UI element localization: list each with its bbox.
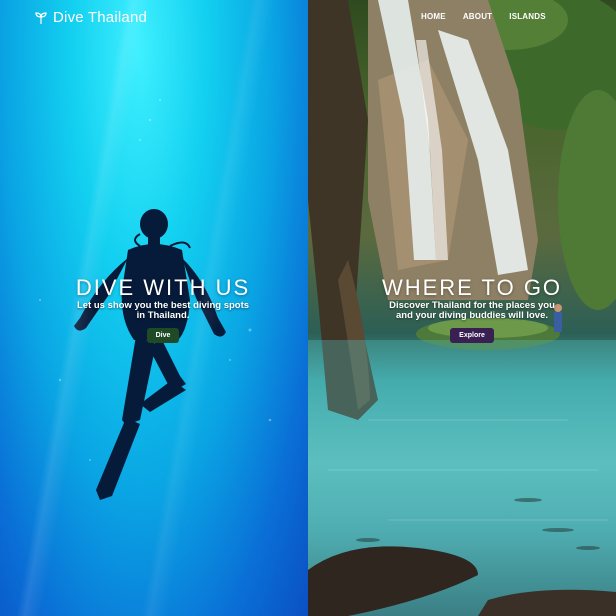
leaf-icon xyxy=(35,11,47,24)
dive-panel: Dive Thailand DIVE WITH US Let us show y… xyxy=(0,0,308,616)
nav-home[interactable]: HOME xyxy=(421,12,446,21)
dive-hero: DIVE WITH US Let us show you the best di… xyxy=(60,276,266,343)
dive-title: DIVE WITH US xyxy=(75,275,251,300)
explore-subtitle: Discover Thailand for the places you and… xyxy=(374,301,570,321)
nav-about[interactable]: ABOUT xyxy=(463,12,492,21)
brand-logo[interactable]: Dive Thailand xyxy=(34,9,147,26)
explore-subtitle-line2: and your diving buddies will love. xyxy=(395,310,549,321)
explore-title: WHERE TO GO xyxy=(381,275,563,300)
brand-name: Dive Thailand xyxy=(53,9,148,26)
dive-subtitle: Let us show you the best diving spots in… xyxy=(60,301,266,321)
explore-hero: WHERE TO GO Discover Thailand for the pl… xyxy=(374,276,570,343)
dive-button[interactable]: Dive xyxy=(146,328,180,343)
dive-subtitle-line2: in Thailand. xyxy=(136,310,190,321)
main-nav: HOME ABOUT ISLANDS xyxy=(421,12,546,21)
nav-islands[interactable]: ISLANDS xyxy=(509,12,546,21)
explore-panel: HOME ABOUT ISLANDS WHERE TO GO Discover … xyxy=(308,0,616,616)
explore-button[interactable]: Explore xyxy=(450,328,494,343)
